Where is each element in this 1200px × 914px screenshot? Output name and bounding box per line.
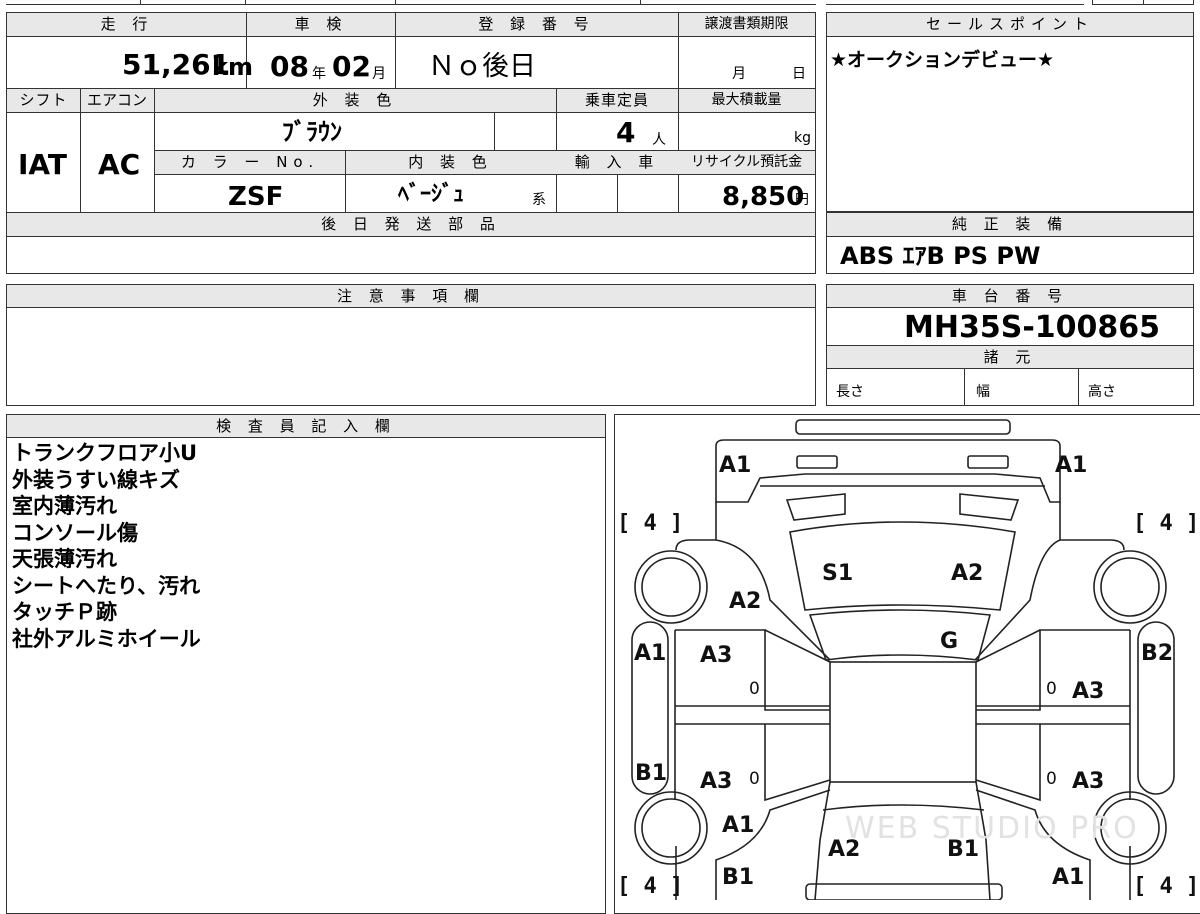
mark-left-fender: A2	[729, 589, 761, 614]
roof-outline	[829, 661, 977, 783]
front-end-outline	[715, 439, 1061, 503]
wheel-front-right	[1093, 550, 1167, 624]
right-headlight	[967, 455, 1009, 469]
mark-right-front-door: A3	[1072, 679, 1104, 704]
tire-label-front-right: [ 4 ]	[1133, 511, 1199, 536]
mark-rear-right: A1	[1052, 865, 1084, 890]
mark-windshield: G	[940, 629, 958, 654]
mark-trunk-right: B1	[947, 837, 979, 862]
front-bumper-outline	[795, 419, 1011, 435]
depth-right-front-door: 0	[1046, 679, 1057, 699]
mark-right-side: B2	[1141, 641, 1173, 666]
mark-left-pillar: A1	[634, 641, 666, 666]
wheel-front-left	[634, 550, 708, 624]
mark-front-right: A1	[1055, 453, 1087, 478]
tire-label-rear-right: [ 4 ]	[1133, 874, 1199, 899]
depth-left-rear-door: 0	[749, 769, 760, 789]
right-grille	[959, 493, 1020, 521]
tire-label-rear-left: [ 4 ]	[617, 874, 683, 899]
depth-right-rear-door: 0	[1046, 769, 1057, 789]
watermark-text: WEB STUDIO PRO	[845, 811, 1139, 846]
mark-hood-right: A2	[951, 561, 983, 586]
depth-left-front-door: 0	[749, 679, 760, 699]
mark-trunk-left: A2	[828, 837, 860, 862]
tire-label-front-left: [ 4 ]	[617, 511, 683, 536]
mark-hood-left: S1	[822, 561, 853, 586]
mark-rear-left: B1	[722, 865, 754, 890]
mark-left-rear-fender: A1	[722, 813, 754, 838]
left-headlight	[796, 455, 838, 469]
rear-bumper-outline	[805, 883, 1003, 900]
mark-front-left: A1	[719, 453, 751, 478]
left-grille	[785, 493, 846, 521]
wheel-rear-left	[634, 791, 708, 865]
windshield-outline	[808, 609, 992, 661]
mark-left-rear-door: A3	[700, 769, 732, 794]
car-diagram: WEB STUDIO PRO [ 4 ] [ 4 ] [ 4 ] [ 4 ] A…	[617, 419, 1199, 900]
mark-left-rocker: B1	[635, 761, 667, 786]
mark-left-front-door: A3	[700, 643, 732, 668]
mark-right-rear-door: A3	[1072, 769, 1104, 794]
